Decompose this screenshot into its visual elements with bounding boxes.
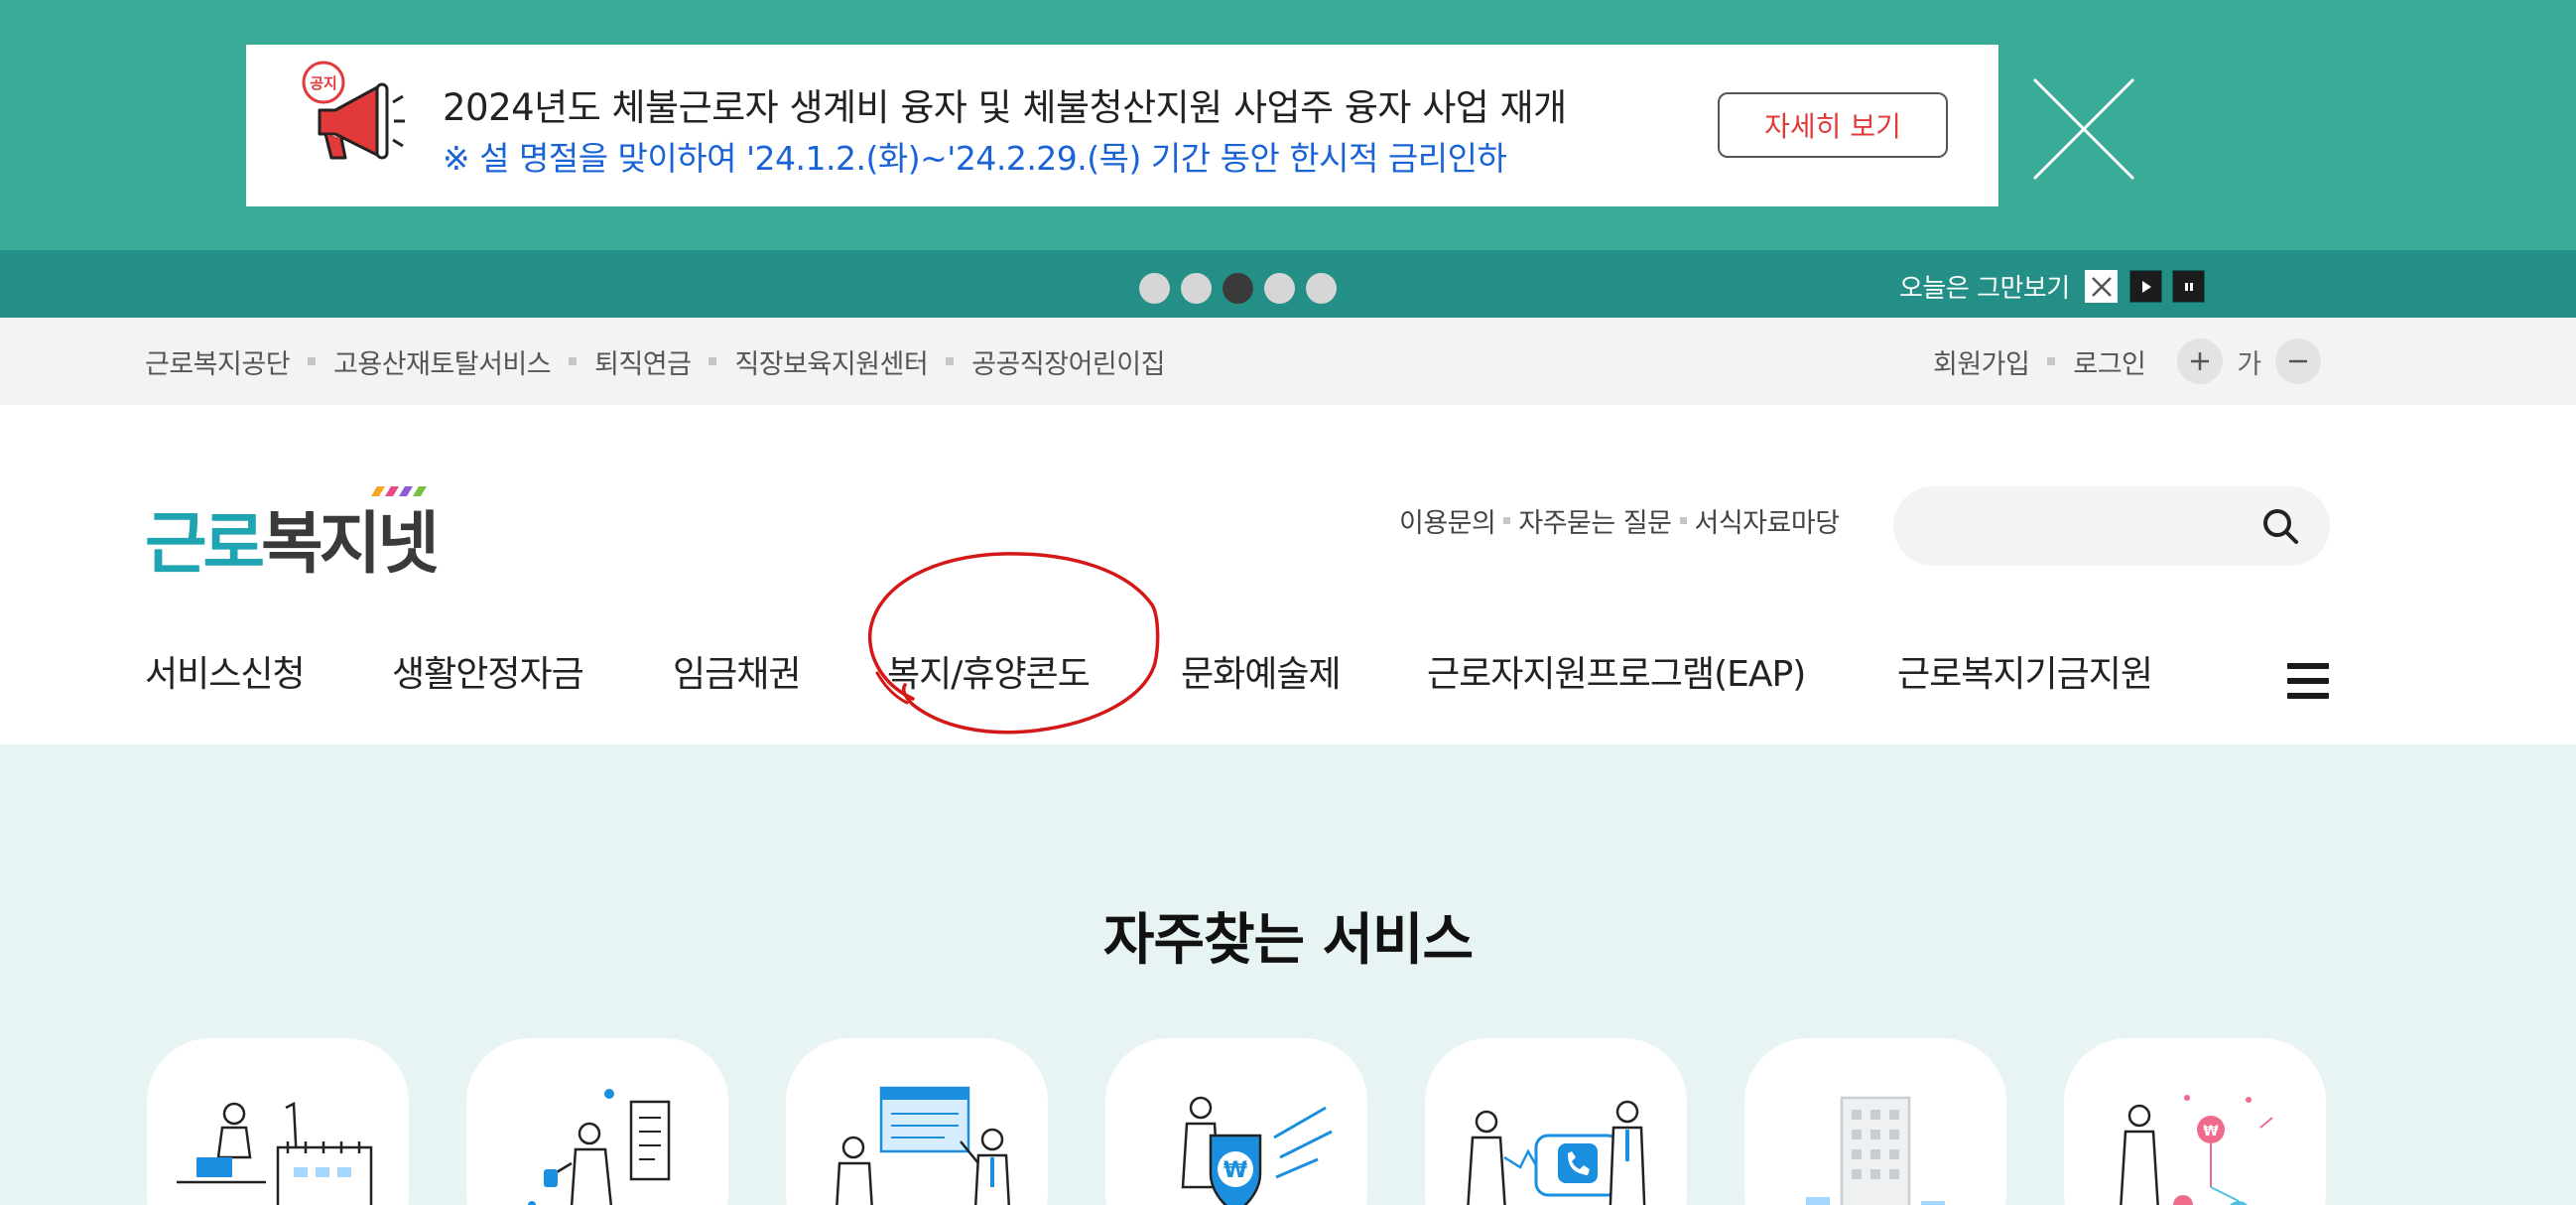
logo-text-part1: 근로: [145, 505, 265, 584]
util-link-pension[interactable]: 퇴직연금: [594, 342, 692, 381]
notice-badge-text: 공지: [310, 74, 337, 92]
minus-icon: [2288, 359, 2307, 363]
pause-icon: [2184, 282, 2193, 291]
nav-item-wage-claim[interactable]: 임금채권: [673, 645, 801, 697]
nav-item-living-stability-fund[interactable]: 생활안정자금: [392, 645, 584, 697]
util-link-kcomwel[interactable]: 근로복지공단: [145, 342, 291, 381]
shield-money-illustration: ₩: [1181, 1096, 1333, 1205]
separator: [308, 357, 317, 365]
nav-item-service-application[interactable]: 서비스신청: [145, 645, 306, 697]
separator: [946, 357, 955, 365]
close-icon[interactable]: [2032, 77, 2135, 181]
search-icon[interactable]: [2258, 504, 2302, 548]
office-worker-illustration: [177, 1102, 373, 1205]
dont-show-today-label[interactable]: 오늘은 그만보기: [1899, 268, 2070, 305]
popup-title: 2024년도 체불근로자 생계비 융자 및 체불청산지원 사업주 융자 사업 재…: [443, 86, 1567, 129]
service-card-1[interactable]: [147, 1038, 409, 1205]
nav-item-welfare-condo[interactable]: 복지/휴양콘도: [887, 645, 1091, 697]
annotation-circle: [868, 552, 1160, 735]
search-box: [1893, 486, 2330, 566]
member-links: 회원가입 로그인 가: [1933, 318, 2321, 405]
quick-links: 이용문의 자주묻는 질문 서식자료마당: [1399, 501, 1840, 540]
phone-consult-illustration: [1467, 1100, 1646, 1205]
frequent-services-section: 자주찾는 서비스 ₩ ₩: [0, 744, 2576, 1205]
font-decrease-button[interactable]: [2274, 338, 2321, 384]
play-icon: [2141, 280, 2151, 293]
separator: [2047, 357, 2056, 365]
search-input[interactable]: [1921, 504, 2239, 548]
slide-play-button[interactable]: [2129, 270, 2162, 303]
hamburger-menu-icon[interactable]: [2287, 663, 2329, 699]
separator: [708, 357, 717, 365]
document-person-illustration: [528, 1089, 671, 1205]
nav-item-eap[interactable]: 근로자지원프로그램(EAP): [1427, 645, 1806, 697]
close-icon: [2091, 276, 2112, 297]
util-link-total-service[interactable]: 고용산재토탈서비스: [333, 342, 552, 381]
nav-item-culture-festival[interactable]: 문화예술제: [1181, 645, 1342, 697]
separator: [1679, 517, 1687, 524]
signup-link[interactable]: 회원가입: [1933, 342, 2030, 381]
quick-link-inquiry[interactable]: 이용문의: [1399, 501, 1496, 540]
slide-dot-3[interactable]: [1223, 273, 1253, 304]
separator: [1503, 517, 1511, 524]
view-detail-button[interactable]: 자세히 보기: [1718, 92, 1948, 158]
service-card-2[interactable]: [466, 1038, 728, 1205]
logo-text: 근로복지넷: [145, 488, 440, 587]
logo-text-part2: 복지넷: [261, 505, 440, 584]
section-title: 자주찾는 서비스: [1102, 908, 1474, 973]
slide-pagination: [1139, 273, 1337, 304]
currency-growth-illustration: ₩: [2120, 1095, 2273, 1205]
util-link-public-daycare[interactable]: 공공직장어린이집: [971, 342, 1165, 381]
building-illustration: [1806, 1096, 1945, 1205]
site-logo[interactable]: 근로복지넷: [145, 484, 452, 584]
svg-text:₩: ₩: [2203, 1124, 2219, 1139]
megaphone-icon: 공지: [302, 61, 405, 160]
login-link[interactable]: 로그인: [2073, 342, 2146, 381]
popup-close-button[interactable]: [2085, 270, 2118, 303]
popup-card: 공지 2024년도 체불근로자 생계비 융자 및 체불청산지원 사업주 융자 사…: [246, 45, 1998, 206]
service-card-4[interactable]: ₩: [1105, 1038, 1367, 1205]
font-increase-button[interactable]: [2177, 338, 2224, 384]
utility-bar: 근로복지공단 고용산재토탈서비스 퇴직연금 직장보육지원센터 공공직장어린이집 …: [0, 318, 2576, 405]
quick-link-forms[interactable]: 서식자료마당: [1695, 501, 1841, 540]
slide-dot-2[interactable]: [1181, 273, 1212, 304]
service-card-6[interactable]: [1744, 1038, 2006, 1205]
util-link-childcare-center[interactable]: 직장보육지원센터: [734, 342, 928, 381]
plus-icon: [2191, 352, 2210, 370]
service-card-7[interactable]: ₩: [2064, 1038, 2326, 1205]
nav-item-welfare-fund[interactable]: 근로복지기금지원: [1897, 645, 2153, 697]
popup-banner: 공지 2024년도 체불근로자 생계비 융자 및 체불청산지원 사업주 융자 사…: [0, 0, 2576, 250]
presentation-illustration: [836, 1086, 1011, 1205]
separator: [569, 357, 578, 365]
slide-dot-4[interactable]: [1264, 273, 1295, 304]
slide-pause-button[interactable]: [2172, 270, 2205, 303]
slide-dot-5[interactable]: [1306, 273, 1337, 304]
font-size-label: 가: [2237, 348, 2261, 380]
quick-link-faq[interactable]: 자주묻는 질문: [1518, 501, 1672, 540]
svg-text:₩: ₩: [1224, 1158, 1247, 1183]
service-card-3[interactable]: [786, 1038, 1048, 1205]
slide-dot-1[interactable]: [1139, 273, 1170, 304]
family-site-links: 근로복지공단 고용산재토탈서비스 퇴직연금 직장보육지원센터 공공직장어린이집: [145, 318, 1165, 405]
service-card-5[interactable]: [1425, 1038, 1687, 1205]
popup-subtitle: ※ 설 명절을 맞이하여 '24.1.2.(화)~'24.2.29.(목) 기간…: [443, 139, 1507, 178]
